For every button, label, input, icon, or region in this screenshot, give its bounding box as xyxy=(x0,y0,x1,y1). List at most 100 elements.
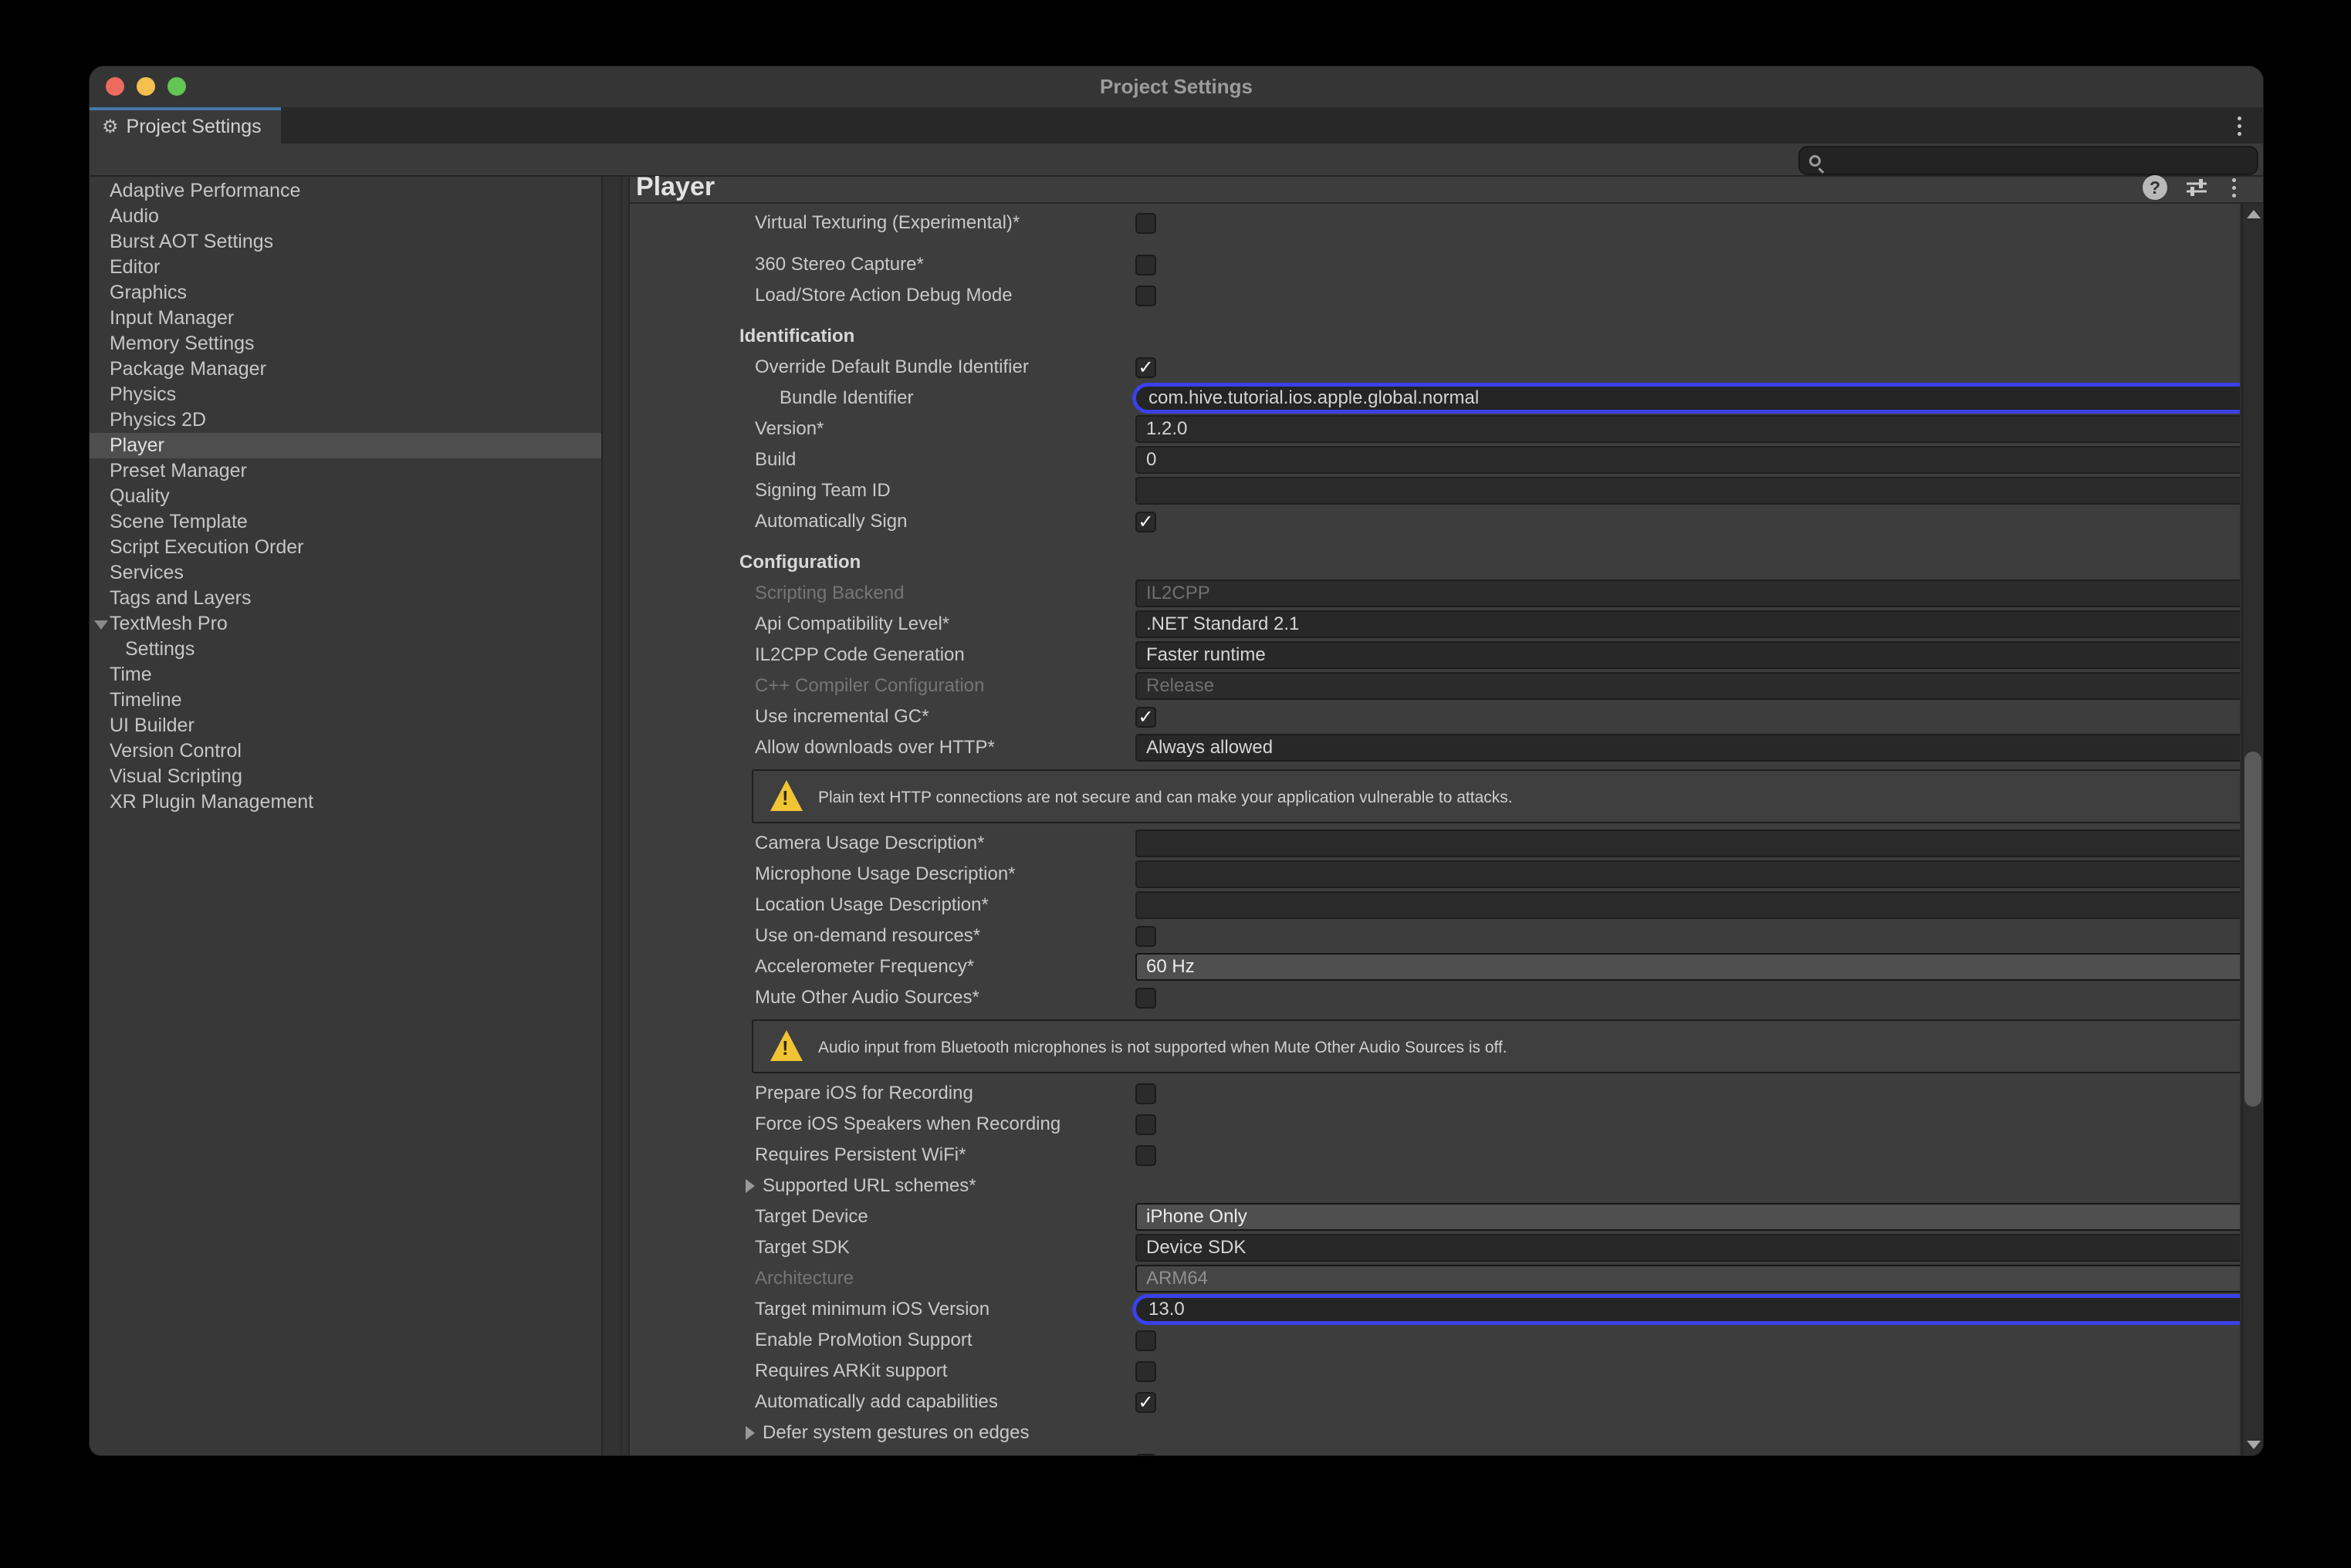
sidebar-item-label: Version Control xyxy=(110,740,242,762)
sidebar-item-textmesh-pro[interactable]: TextMesh Pro xyxy=(90,611,601,637)
sidebar-item-time[interactable]: Time xyxy=(90,662,601,688)
dropdown-allow-downloads-over-http[interactable]: Always allowed xyxy=(1135,734,2241,762)
row-target-device: Target DeviceiPhone Only xyxy=(630,1201,2240,1232)
row-scripting-backend: Scripting BackendIL2CPP xyxy=(630,578,2240,609)
dropdown-selected-value: Always allowed xyxy=(1146,737,1273,758)
dropdown-target-device[interactable]: iPhone Only xyxy=(1135,1203,2241,1231)
scrollbar-down-arrow[interactable] xyxy=(2247,1441,2261,1449)
sidebar-item-label: Memory Settings xyxy=(110,333,255,354)
tab-project-settings[interactable]: ⚙ Project Settings xyxy=(90,107,281,144)
dropdown-accelerometer-frequency[interactable]: 60 Hz xyxy=(1135,953,2241,981)
dropdown-selected-value: Device SDK xyxy=(1146,1237,1246,1258)
checkbox-force-ios-speakers-when-recording[interactable] xyxy=(1135,1114,1156,1135)
settings-category-sidebar: Adaptive PerformanceAudio Burst AOT Setti… xyxy=(90,177,601,1455)
presets-icon[interactable] xyxy=(2184,175,2209,200)
checkbox-requires-arkit-support[interactable] xyxy=(1135,1361,1156,1382)
sidebar-item-memory-settings[interactable]: Memory Settings xyxy=(90,331,601,357)
text-input-bundle-identifier[interactable]: com.hive.tutorial.ios.apple.global.norma… xyxy=(1132,383,2241,414)
field-label: Supported URL schemes* xyxy=(763,1171,976,1201)
sidebar-item-package-manager[interactable]: Package Manager xyxy=(90,357,601,382)
checkbox-load-store-action-debug-mode[interactable] xyxy=(1135,286,1156,306)
tab-bar-menu-icon[interactable] xyxy=(2228,113,2251,138)
sidebar-item-player[interactable]: Player xyxy=(90,433,601,458)
row-identification: Identification xyxy=(630,321,2240,352)
checkbox-enable-promotion-support[interactable] xyxy=(1135,1330,1156,1351)
dropdown-selected-value: iPhone Only xyxy=(1146,1206,1247,1227)
sidebar-item-scene-template[interactable]: Scene Template xyxy=(90,509,601,535)
search-input[interactable] xyxy=(1798,146,2258,175)
sidebar-item-settings[interactable]: Settings xyxy=(90,637,601,662)
text-input-version[interactable]: 1.2.0 xyxy=(1135,415,2241,443)
checkbox-hide-home-button-on-iphone-x[interactable] xyxy=(1135,1454,1156,1455)
checkbox-requires-persistent-wifi[interactable] xyxy=(1135,1145,1156,1166)
text-input-location-usage-description[interactable] xyxy=(1135,891,2241,919)
checkbox-360-stereo-capture[interactable] xyxy=(1135,255,1156,275)
sidebar-item-audio[interactable]: Audio xyxy=(90,204,601,229)
sidebar-item-ui-builder[interactable]: UI Builder xyxy=(90,713,601,738)
sidebar-item-label: Burst AOT Settings xyxy=(110,231,273,252)
sidebar-item-visual-scripting[interactable]: Visual Scripting xyxy=(90,764,601,789)
sidebar-item-label: Services xyxy=(110,562,184,583)
text-input-signing-team-id[interactable] xyxy=(1135,477,2241,505)
field-label: Target minimum iOS Version xyxy=(755,1294,989,1325)
sidebar-item-quality[interactable]: Quality xyxy=(90,484,601,509)
sidebar-item-burst-aot-settings[interactable]: Burst AOT Settings xyxy=(90,229,601,255)
sidebar-item-adaptive-performance[interactable]: Adaptive Performance xyxy=(90,178,601,204)
text-input-camera-usage-description[interactable] xyxy=(1135,830,2241,857)
row-il2cpp-code-generation: IL2CPP Code GenerationFaster runtime xyxy=(630,640,2240,671)
scrollbar-thumb[interactable] xyxy=(2244,752,2261,1107)
sidebar-item-timeline[interactable]: Timeline xyxy=(90,688,601,713)
sidebar-item-graphics[interactable]: Graphics xyxy=(90,280,601,306)
field-label: Version* xyxy=(755,414,824,444)
sidebar-item-physics[interactable]: Physics xyxy=(90,382,601,407)
text-input-microphone-usage-description[interactable] xyxy=(1135,860,2241,888)
panel-menu-icon[interactable] xyxy=(2226,178,2241,198)
row-spacer xyxy=(630,238,2240,249)
sidebar-item-tags-and-layers[interactable]: Tags and Layers xyxy=(90,586,601,611)
sidebar-item-input-manager[interactable]: Input Manager xyxy=(90,306,601,331)
sidebar-item-version-control[interactable]: Version Control xyxy=(90,738,601,764)
row-supported-url-schemes[interactable]: Supported URL schemes* xyxy=(630,1171,2240,1201)
dropdown-il2cpp-code-generation[interactable]: Faster runtime xyxy=(1135,641,2241,669)
checkbox-virtual-texturing-experimental[interactable] xyxy=(1135,213,1156,234)
checkbox-mute-other-audio-sources[interactable] xyxy=(1135,988,1156,1009)
sidebar-item-services[interactable]: Services xyxy=(90,560,601,586)
foldout-collapsed-icon[interactable] xyxy=(746,1179,755,1193)
checkbox-automatically-sign[interactable]: ✓ xyxy=(1135,512,1156,532)
checkbox-automatically-add-capabilities[interactable]: ✓ xyxy=(1135,1392,1156,1413)
field-label: Camera Usage Description* xyxy=(755,828,984,859)
sidebar-item-editor[interactable]: Editor xyxy=(90,255,601,280)
sidebar-item-script-execution-order[interactable]: Script Execution Order xyxy=(90,535,601,560)
field-label: Virtual Texturing (Experimental)* xyxy=(755,208,1020,238)
text-input-target-minimum-ios-version[interactable]: 13.0 xyxy=(1132,1294,2241,1325)
checkbox-prepare-ios-for-recording[interactable] xyxy=(1135,1083,1156,1104)
foldout-open-icon[interactable] xyxy=(94,620,108,630)
row-enable-promotion-support: Enable ProMotion Support xyxy=(630,1325,2240,1356)
vertical-scrollbar[interactable] xyxy=(2241,204,2263,1455)
dropdown-api-compatibility-level[interactable]: .NET Standard 2.1 xyxy=(1135,610,2241,638)
settings-rows: Virtual Texturing (Experimental)*360 Ste… xyxy=(630,204,2241,1455)
field-label: Use on-demand resources* xyxy=(755,921,980,951)
dropdown-target-sdk[interactable]: Device SDK xyxy=(1135,1234,2241,1262)
row-target-sdk: Target SDKDevice SDK xyxy=(630,1232,2240,1263)
window-titlebar[interactable]: Project Settings xyxy=(90,66,2263,107)
checkbox-use-incremental-gc[interactable]: ✓ xyxy=(1135,707,1156,728)
checkbox-use-on-demand-resources[interactable] xyxy=(1135,926,1156,947)
help-icon[interactable]: ? xyxy=(2143,175,2167,200)
sidebar-item-xr-plugin-management[interactable]: XR Plugin Management xyxy=(90,789,601,815)
sidebar-item-label: Time xyxy=(110,664,152,685)
dropdown-c-compiler-configuration: Release xyxy=(1135,672,2241,700)
sidebar-item-physics-2d[interactable]: Physics 2D xyxy=(90,407,601,433)
sidebar-item-preset-manager[interactable]: Preset Manager xyxy=(90,458,601,484)
project-settings-window: Project Settings ⚙ Project Settings Adap… xyxy=(89,66,2264,1456)
foldout-collapsed-icon[interactable] xyxy=(746,1426,755,1440)
row-defer-system-gestures-on-edges[interactable]: Defer system gestures on edges xyxy=(630,1418,2240,1448)
checkbox-override-default-bundle-identifier[interactable]: ✓ xyxy=(1135,357,1156,378)
text-input-value: com.hive.tutorial.ios.apple.global.norma… xyxy=(1148,387,1479,408)
sidebar-item-label: Audio xyxy=(110,205,159,227)
scrollbar-up-arrow[interactable] xyxy=(2247,210,2261,218)
row-microphone-usage-description: Microphone Usage Description* xyxy=(630,859,2240,890)
row-target-minimum-ios-version: Target minimum iOS Version 13.0 xyxy=(630,1294,2240,1325)
text-input-build[interactable]: 0 xyxy=(1135,446,2241,474)
sidebar-item-label: Editor xyxy=(110,256,160,278)
